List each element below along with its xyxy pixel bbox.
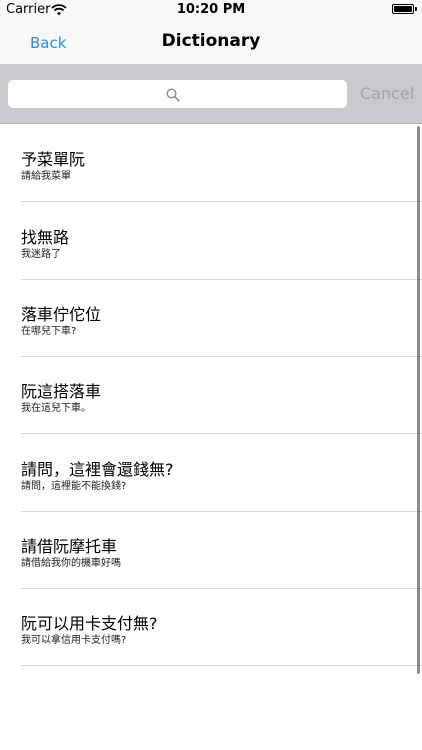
entry-translation: 我迷路了: [21, 249, 61, 260]
list-item[interactable]: 落車佇佗位 在哪兒下車?: [0, 279, 422, 357]
list-item[interactable]: 阮可以用卡支付無? 我可以拿信用卡支付嗎?: [0, 588, 422, 666]
entry-translation: 請借給我你的機車好嗎: [21, 558, 121, 569]
battery-icon: [392, 4, 417, 14]
entry-translation: 請問，這裡能不能換錢?: [21, 481, 127, 492]
list-item[interactable]: 阮這搭落車 我在這兒下車。: [0, 356, 422, 434]
list-item[interactable]: 請借阮摩托車 請借給我你的機車好嗎: [0, 511, 422, 589]
entry-translation: 我可以拿信用卡支付嗎?: [21, 635, 127, 646]
entry-translation: 在哪兒下車?: [21, 326, 77, 337]
search-field[interactable]: [8, 80, 347, 108]
status-time: 10:20 PM: [176, 2, 246, 17]
list-item[interactable]: 予菜單阮 請給我菜單: [0, 124, 422, 202]
search-bar: Cancel: [0, 64, 422, 124]
cancel-button[interactable]: Cancel: [360, 84, 414, 103]
divider: [21, 665, 422, 666]
status-bar: Carrier 10:20 PM: [0, 0, 422, 20]
search-icon: [166, 87, 180, 102]
entry-translation: 我在這兒下車。: [21, 403, 91, 414]
navigation-bar: Back Dictionary: [0, 20, 422, 64]
page-title: Dictionary: [161, 31, 261, 51]
list-item[interactable]: 找無路 我迷路了: [0, 202, 422, 280]
list-item[interactable]: 請問，這裡會還錢無? 請問，這裡能不能換錢?: [0, 434, 422, 512]
scrollbar[interactable]: [417, 126, 420, 674]
entry-translation: 請給我菜單: [21, 171, 71, 182]
